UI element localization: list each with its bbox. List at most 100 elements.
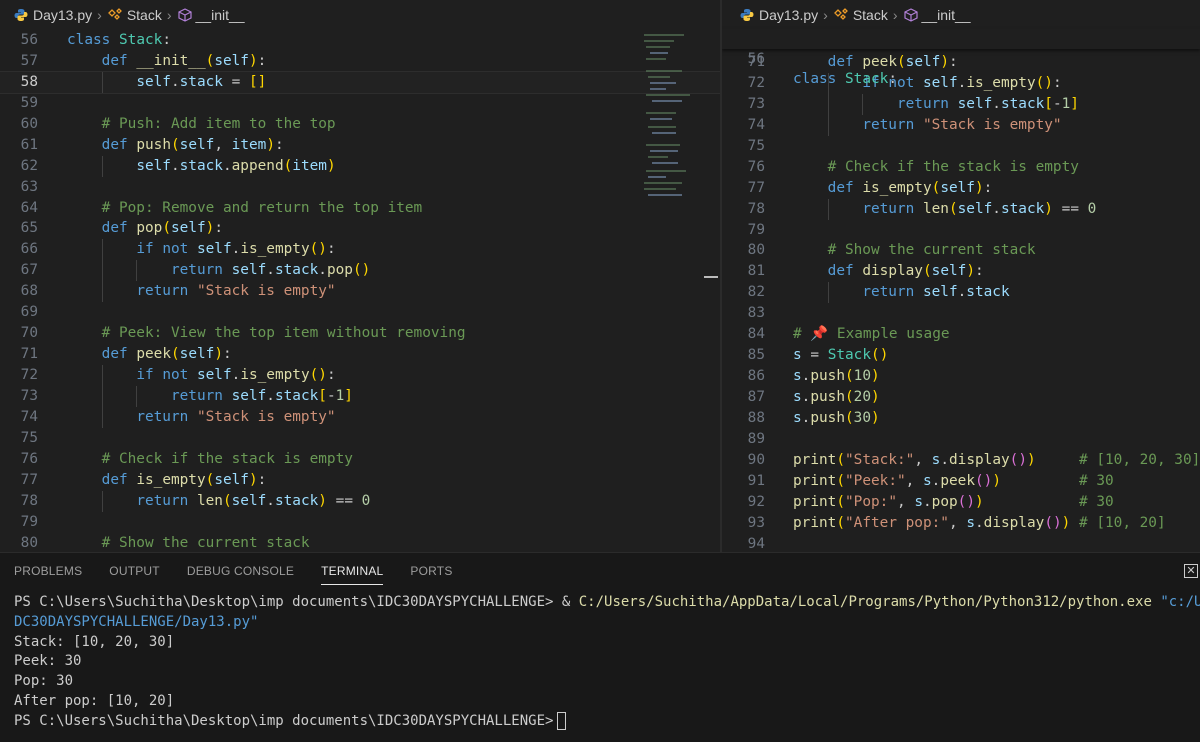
code-text: return self.stack <box>862 284 1010 301</box>
breadcrumb-file[interactable]: Day13.py <box>759 7 818 23</box>
code-line[interactable]: 66 if not self.is_empty(): <box>0 239 720 261</box>
code-line[interactable]: 85 s = Stack() <box>722 345 1200 366</box>
scrollbar-thumb[interactable] <box>704 276 718 278</box>
code-text: return self.stack[-1] <box>170 387 353 404</box>
code-text: # Peek: View the top item without removi… <box>101 325 466 342</box>
class-icon <box>107 8 122 20</box>
line-number: 79 <box>20 513 38 530</box>
code-line[interactable]: 91 print("Peek:", s.peek()) # 30 <box>722 471 1200 492</box>
code-line[interactable]: 79 <box>0 512 720 533</box>
code-line[interactable]: 63 <box>0 177 720 198</box>
code-line[interactable]: 68 return "Stack is empty" <box>0 281 720 303</box>
code-line[interactable]: 67 return self.stack.pop() <box>0 260 720 282</box>
code-line[interactable]: 88 s.push(30) <box>722 408 1200 429</box>
tab-problems[interactable]: PROBLEMS <box>14 558 82 584</box>
terminal-command-wrap: DC30DAYSPYCHALLENGE/Day13.py" <box>14 613 1200 633</box>
breadcrumb-class[interactable]: Stack <box>127 7 162 23</box>
code-line[interactable]: 94 <box>722 534 1200 552</box>
code-line[interactable]: 77 def is_empty(self): <box>0 470 720 491</box>
code-area-right[interactable]: 71 def peek(self):72 if not self.is_empt… <box>722 52 1200 552</box>
chevron-right-icon: › <box>823 7 828 23</box>
code-line[interactable]: 65 def pop(self): <box>0 218 720 239</box>
line-number: 68 <box>20 283 38 300</box>
code-line[interactable]: 90 print("Stack:", s.display()) # [10, 20… <box>722 450 1200 471</box>
code-line[interactable]: 61 def push(self, item): <box>0 135 720 156</box>
code-line[interactable]: 79 <box>722 220 1200 241</box>
close-panel-icon[interactable]: ✕ <box>1184 564 1198 578</box>
terminal-arg: "c:/Users/Such <box>1160 594 1200 610</box>
class-icon <box>833 8 848 20</box>
code-line[interactable]: 73 return self.stack[-1] <box>722 93 1200 115</box>
tab-debug-console[interactable]: DEBUG CONSOLE <box>187 558 294 584</box>
tab-ports[interactable]: PORTS <box>410 558 452 584</box>
breadcrumb-class[interactable]: Stack <box>853 7 888 23</box>
line-number: 76 <box>747 158 765 175</box>
code-line[interactable]: 74 return "Stack is empty" <box>722 114 1200 136</box>
code-line[interactable]: 80 # Show the current stack <box>0 533 720 553</box>
code-line[interactable]: 72 if not self.is_empty(): <box>0 365 720 386</box>
line-number: 90 <box>747 451 765 468</box>
code-line[interactable]: 92 print("Pop:", s.pop()) # 30 <box>722 492 1200 513</box>
code-line[interactable]: 62 self.stack.append(item) <box>0 155 720 177</box>
code-line[interactable]: 78 return len(self.stack) == 0 <box>722 198 1200 220</box>
code-line[interactable]: 64 # Pop: Remove and return the top item <box>0 198 720 219</box>
line-number: 62 <box>20 157 38 174</box>
code-line[interactable]: 87 s.push(20) <box>722 387 1200 408</box>
code-line[interactable]: 81 def display(self): <box>722 261 1200 282</box>
minimap[interactable] <box>642 30 702 200</box>
indent-guide <box>827 282 829 304</box>
editor-left[interactable]: Day13.py › Stack › __init__ 56 class Stac… <box>0 0 720 552</box>
terminal-final-prompt-line: PS C:\Users\Suchitha\Desktop\imp documen… <box>14 711 1200 732</box>
code-line[interactable]: 58 self.stack = [] <box>0 70 720 94</box>
tab-terminal[interactable]: TERMINAL <box>321 558 384 585</box>
line-number: 77 <box>20 471 38 488</box>
line-number: 82 <box>747 284 765 301</box>
code-line[interactable]: 75 <box>722 136 1200 157</box>
code-line[interactable]: 83 <box>722 303 1200 324</box>
code-line[interactable]: 60 # Push: Add item to the top <box>0 114 720 135</box>
line-number: 77 <box>747 179 765 196</box>
line-number: 59 <box>20 94 38 111</box>
code-line[interactable]: 84 # 📌 Example usage <box>722 324 1200 345</box>
sticky-scroll-line[interactable]: 56 class Stack: <box>722 29 1200 87</box>
code-line[interactable]: 74 return "Stack is empty" <box>0 406 720 428</box>
code-line[interactable]: 70 # Peek: View the top item without rem… <box>0 323 720 344</box>
indent-guide <box>101 71 103 93</box>
code-line[interactable]: 71 def peek(self): <box>0 344 720 365</box>
indent-guide <box>827 114 829 136</box>
line-number: 75 <box>747 137 765 154</box>
breadcrumb-method[interactable]: __init__ <box>196 7 245 23</box>
code-line[interactable]: 82 return self.stack <box>722 282 1200 304</box>
code-line[interactable]: 59 <box>0 93 720 114</box>
indent-guide <box>827 93 829 115</box>
code-line[interactable]: 77 def is_empty(self): <box>722 178 1200 199</box>
code-line[interactable]: 86 s.push(10) <box>722 366 1200 387</box>
code-line[interactable]: 80 # Show the current stack <box>722 240 1200 261</box>
code-line[interactable]: 93 print("After pop:", s.display()) # [10… <box>722 513 1200 534</box>
line-number: 81 <box>747 263 765 280</box>
breadcrumb-method[interactable]: __init__ <box>922 7 971 23</box>
code-line[interactable]: 75 <box>0 428 720 449</box>
code-line[interactable]: 73 return self.stack[-1] <box>0 385 720 407</box>
code-text: return "Stack is empty" <box>136 408 336 425</box>
line-number: 85 <box>747 347 765 364</box>
code-line[interactable]: 89 <box>722 429 1200 450</box>
breadcrumb-file[interactable]: Day13.py <box>33 7 92 23</box>
code-line[interactable]: 56 class Stack: <box>0 30 720 51</box>
code-line[interactable]: 69 <box>0 302 720 323</box>
indent-guide <box>101 406 103 428</box>
terminal[interactable]: PS C:\Users\Suchitha\Desktop\imp documen… <box>14 593 1200 732</box>
code-text: s = Stack() <box>793 347 889 364</box>
code-line[interactable]: 76 # Check if the stack is empty <box>722 157 1200 178</box>
editor-right[interactable]: Day13.py › Stack › __init__ 56 class Sta… <box>722 0 1200 552</box>
line-number: 56 <box>747 51 765 67</box>
code-line[interactable]: 78 return len(self.stack) == 0 <box>0 490 720 512</box>
tab-output[interactable]: OUTPUT <box>109 558 160 584</box>
line-number: 69 <box>20 304 38 321</box>
terminal-output-line: Peek: 30 <box>14 653 82 670</box>
code-line[interactable]: 76 # Check if the stack is empty <box>0 449 720 470</box>
code-area-left[interactable]: 56 class Stack: 57 def __init__(self): 58 s… <box>0 30 720 552</box>
code-line[interactable]: 57 def __init__(self): <box>0 51 720 72</box>
line-number: 78 <box>747 200 765 217</box>
code-text: # Show the current stack <box>827 242 1036 259</box>
